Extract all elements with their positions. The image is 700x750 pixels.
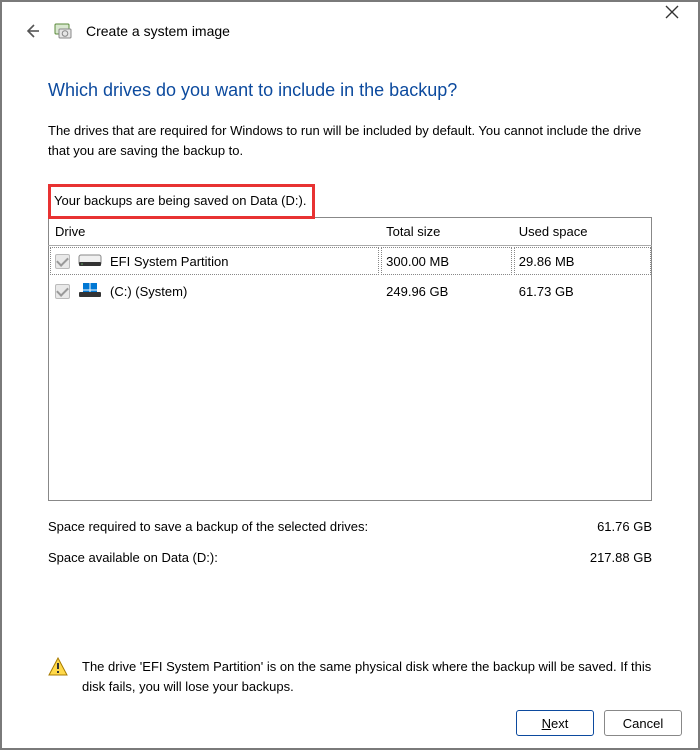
system-image-icon	[54, 22, 72, 40]
col-used-space[interactable]: Used space	[513, 218, 652, 246]
question-heading: Which drives do you want to include in t…	[48, 80, 652, 101]
drive-used-space: 61.73 GB	[513, 276, 652, 306]
table-empty	[49, 306, 652, 501]
footer: Next Cancel	[2, 696, 698, 750]
checkbox-icon	[55, 284, 70, 299]
titlebar	[2, 2, 698, 22]
space-available-label: Space available on Data (D:):	[48, 550, 218, 565]
table-row[interactable]: EFI System Partition 300.00 MB 29.86 MB	[49, 246, 652, 277]
dialog-window: Create a system image Which drives do yo…	[0, 0, 700, 750]
table-row[interactable]: (C:) (System) 249.96 GB 61.73 GB	[49, 276, 652, 306]
space-required-value: 61.76 GB	[597, 519, 652, 534]
drive-used-space: 29.86 MB	[513, 246, 652, 277]
content: Which drives do you want to include in t…	[2, 46, 698, 696]
drive-name: (C:) (System)	[110, 284, 187, 299]
backup-location-text: Your backups are being saved on Data (D:…	[51, 189, 306, 212]
checkbox-icon	[55, 254, 70, 269]
drive-table: Drive Total size Used space	[48, 217, 652, 501]
close-icon	[665, 5, 679, 19]
col-drive[interactable]: Drive	[49, 218, 381, 246]
cancel-button[interactable]: Cancel	[604, 710, 682, 736]
description-text: The drives that are required for Windows…	[48, 121, 652, 160]
back-button[interactable]	[24, 23, 40, 39]
warning-row: The drive 'EFI System Partition' is on t…	[48, 657, 652, 696]
next-button[interactable]: Next	[516, 710, 594, 736]
drive-total-size: 300.00 MB	[380, 246, 513, 277]
drive-icon	[78, 253, 102, 269]
drive-name: EFI System Partition	[110, 254, 228, 269]
space-required-row: Space required to save a backup of the s…	[48, 517, 652, 536]
windows-drive-icon	[78, 283, 102, 299]
space-required-label: Space required to save a backup of the s…	[48, 519, 368, 534]
close-button[interactable]	[662, 2, 682, 22]
drive-total-size: 249.96 GB	[380, 276, 513, 306]
warning-icon	[48, 657, 68, 677]
space-available-value: 217.88 GB	[590, 550, 652, 565]
page-title: Create a system image	[86, 23, 230, 39]
space-available-row: Space available on Data (D:): 217.88 GB	[48, 548, 652, 567]
warning-text: The drive 'EFI System Partition' is on t…	[82, 657, 652, 696]
backup-location-highlight: Your backups are being saved on Data (D:…	[48, 184, 315, 219]
header: Create a system image	[2, 22, 698, 46]
col-total-size[interactable]: Total size	[380, 218, 513, 246]
